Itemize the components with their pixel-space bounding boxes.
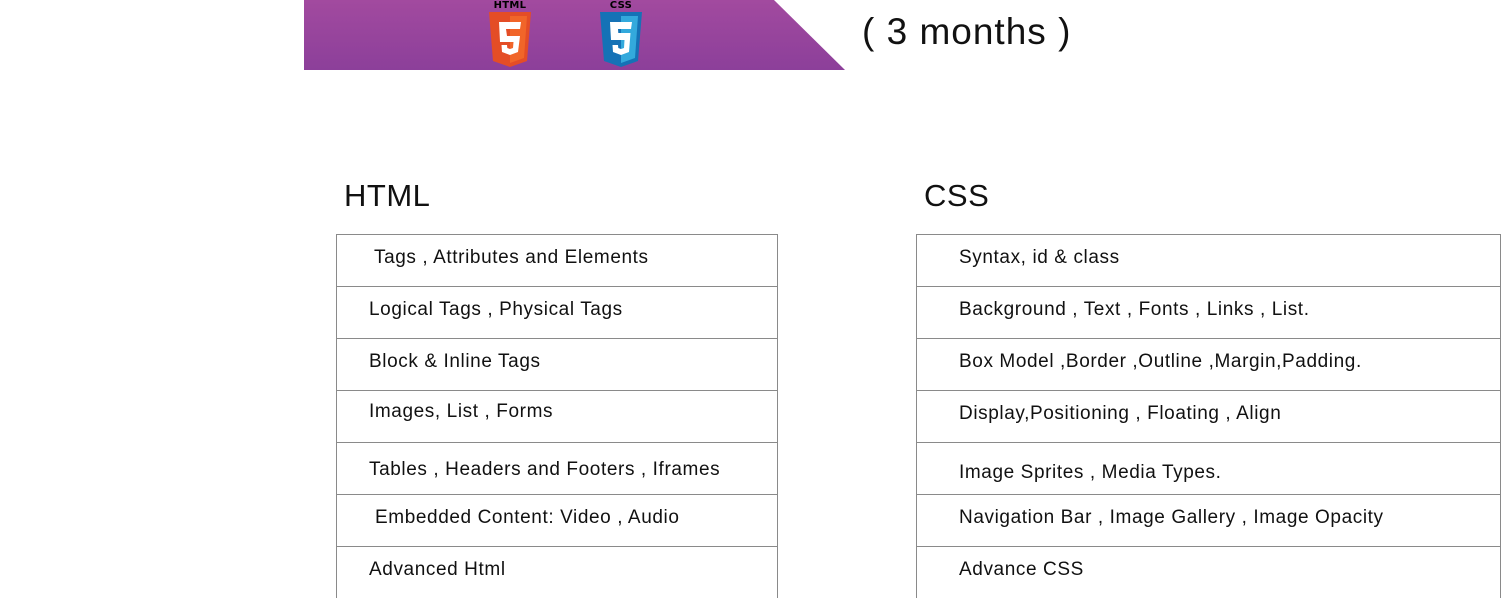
css-topic-row: Box Model ,Border ,Outline ,Margin,Paddi… <box>917 339 1500 391</box>
css-topic-row: Display,Positioning , Floating , Align <box>917 391 1500 443</box>
html5-icon <box>489 12 531 67</box>
css-topic-row: Background , Text , Fonts , Links , List… <box>917 287 1500 339</box>
html5-logo-label: HTML <box>493 0 527 11</box>
html-section-title: HTML <box>344 178 431 213</box>
css3-icon <box>600 12 642 67</box>
html-topics-table: Tags , Attributes and Elements Logical T… <box>336 234 778 598</box>
course-duration: ( 3 months ) <box>862 11 1072 52</box>
html-topic-row: Images, List , Forms <box>337 391 777 443</box>
css3-logo-label: CSS <box>609 0 633 11</box>
course-banner: HTML CSS <box>304 0 845 70</box>
css-topic-row: Advance CSS <box>959 559 1084 580</box>
html-topic-row: Embedded Content: Video , Audio <box>337 495 777 547</box>
banner-background <box>304 0 845 70</box>
css-section-title: CSS <box>924 178 990 213</box>
css-topic-row: Navigation Bar , Image Gallery , Image O… <box>917 495 1500 547</box>
html-topic-row: Tables , Headers and Footers , Iframes <box>337 443 777 495</box>
html5-logo: HTML <box>485 0 535 70</box>
html-topic-row: Block & Inline Tags <box>337 339 777 391</box>
css-topic-row: Image Sprites , Media Types. <box>917 443 1500 495</box>
html-topic-row: Logical Tags , Physical Tags <box>337 287 777 339</box>
css-topics-table: Syntax, id & class Background , Text , F… <box>916 234 1501 598</box>
css-topic-row: Syntax, id & class <box>917 235 1500 287</box>
html-topic-row: Advanced Html <box>369 559 506 580</box>
html-topic-row: Tags , Attributes and Elements <box>337 235 777 287</box>
css3-logo: CSS <box>596 0 646 70</box>
